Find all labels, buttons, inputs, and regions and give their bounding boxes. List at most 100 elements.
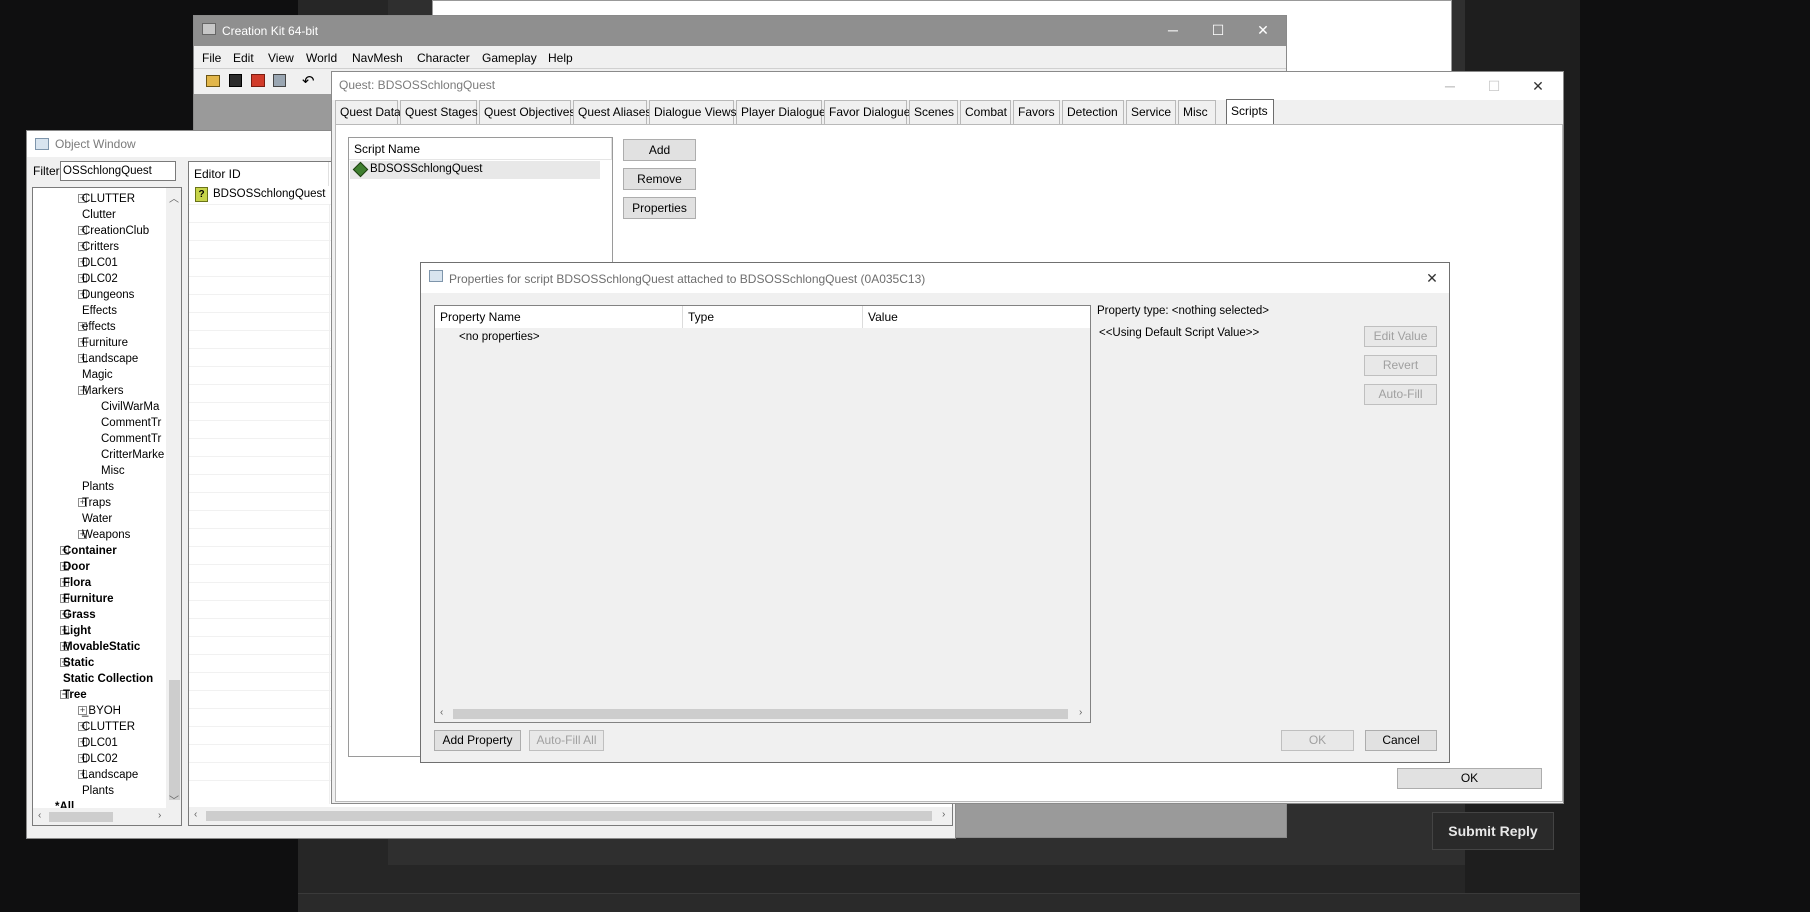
menu-help[interactable]: Help (548, 51, 573, 65)
property-hscrollbar[interactable]: ‹ › (435, 706, 1090, 722)
tab-player-dialogue[interactable]: Player Dialogue (736, 100, 826, 124)
menu-world[interactable]: World (306, 51, 337, 65)
tab-quest-stages[interactable]: Quest Stages (400, 100, 478, 124)
tree-item-label: Landscape (82, 353, 139, 365)
object-hscroll-thumb[interactable] (206, 811, 932, 821)
scroll-left-icon[interactable]: ‹ (38, 810, 41, 821)
object-window-title: Object Window (55, 137, 136, 151)
scroll-right-icon[interactable]: › (158, 810, 161, 821)
open-icon[interactable] (206, 75, 220, 87)
tab-misc[interactable]: Misc (1178, 100, 1216, 124)
properties-title: Properties for script BDSOSSchlongQuest … (449, 272, 926, 286)
tab-detection[interactable]: Detection (1062, 100, 1124, 124)
tab-combat[interactable]: Combat (960, 100, 1011, 124)
tab-quest-objectives[interactable]: Quest Objectives (479, 100, 575, 124)
quest-maximize-icon[interactable]: ☐ (1479, 76, 1509, 96)
property-name-header[interactable]: Property Name (435, 306, 683, 328)
tree-scroll-thumb[interactable] (169, 680, 180, 800)
object-hscrollbar[interactable]: ‹ › (189, 807, 952, 825)
tree-item-label: Plants (82, 785, 114, 797)
properties-dialog: Properties for script BDSOSSchlongQuest … (420, 262, 1450, 763)
preferences-icon[interactable] (273, 74, 286, 87)
tree-hscroll-thumb[interactable] (49, 812, 113, 822)
object-window-icon (35, 138, 49, 150)
tree-item-label: Water (82, 513, 113, 525)
property-table[interactable]: Property Name Type Value <no properties>… (434, 305, 1091, 723)
tree-item-label: DLC02 (82, 273, 118, 285)
editor-id-header[interactable]: Editor ID (189, 162, 329, 186)
tab-favors[interactable]: Favors (1013, 100, 1060, 124)
edit-value-button[interactable]: Edit Value (1364, 326, 1437, 347)
tab-quest-data[interactable]: Quest Data (335, 100, 401, 124)
save-icon[interactable] (229, 74, 242, 87)
quest-ok-button[interactable]: OK (1397, 768, 1542, 789)
submit-reply-button[interactable]: Submit Reply (1432, 812, 1554, 850)
object-scroll-right-icon[interactable]: › (942, 809, 945, 820)
object-scroll-left-icon[interactable]: ‹ (194, 809, 197, 820)
plugins-icon[interactable] (251, 74, 265, 87)
scroll-down-icon[interactable]: ﹀ (169, 792, 179, 807)
tab-dialogue-views[interactable]: Dialogue Views (649, 100, 737, 124)
undo-icon[interactable]: ↶ (302, 72, 315, 90)
auto-fill-button[interactable]: Auto-Fill (1364, 384, 1437, 405)
tree-item-label: MovableStatic (63, 641, 141, 653)
revert-button[interactable]: Revert (1364, 355, 1437, 376)
property-scroll-left-icon[interactable]: ‹ (440, 707, 443, 718)
quest-close-icon[interactable]: ✕ (1523, 76, 1553, 96)
ck-titlebar: Creation Kit 64-bit ─ ☐ ✕ (194, 16, 1286, 46)
menu-character[interactable]: Character (417, 51, 470, 65)
script-name-header[interactable]: Script Name (349, 138, 612, 160)
menu-gameplay[interactable]: Gameplay (482, 51, 537, 65)
remove-script-button[interactable]: Remove (623, 168, 696, 190)
script-properties-button[interactable]: Properties (623, 197, 696, 219)
menu-navmesh[interactable]: NavMesh (352, 51, 403, 65)
tab-scenes[interactable]: Scenes (909, 100, 958, 124)
property-hscroll-thumb[interactable] (453, 709, 1068, 719)
tree-item-label: Critters (82, 241, 120, 253)
scroll-up-icon[interactable]: ︿ (169, 190, 179, 205)
property-scroll-right-icon[interactable]: › (1079, 707, 1082, 718)
category-tree[interactable]: + CLUTTER Clutter + CreationClub + Critters + DL… (32, 187, 182, 826)
tree-item-label: CommentTr (101, 417, 162, 429)
tree-item-label: Landscape (82, 769, 139, 781)
tab-service[interactable]: Service (1126, 100, 1176, 124)
tree-body: + CLUTTER Clutter + CreationClub + Critters + DL… (33, 188, 168, 813)
menu-view[interactable]: View (268, 51, 294, 65)
tree-item-label: CLUTTER (82, 193, 136, 205)
quest-icon: ? (195, 187, 208, 202)
menu-file[interactable]: File (202, 51, 221, 65)
maximize-icon[interactable]: ☐ (1203, 20, 1233, 40)
properties-close-icon[interactable]: ✕ (1417, 268, 1447, 288)
quest-minimize-icon[interactable]: ─ (1435, 76, 1465, 96)
properties-ok-button[interactable]: OK (1281, 730, 1354, 751)
menu-edit[interactable]: Edit (233, 51, 254, 65)
tree-item-label: Traps (82, 497, 111, 509)
tree-item-label: Magic (82, 369, 113, 381)
tree-item-label: _BYOH (82, 705, 121, 717)
properties-cancel-button[interactable]: Cancel (1365, 730, 1437, 751)
close-icon[interactable]: ✕ (1248, 20, 1278, 40)
quest-tab-strip: Quest Data Quest Stages Quest Objectives… (335, 99, 1563, 125)
filter-input[interactable] (60, 161, 176, 181)
script-row[interactable]: BDSOSSchlongQuest (350, 161, 600, 179)
tree-hscrollbar[interactable]: ‹ › (33, 808, 181, 825)
tree-vscrollbar[interactable]: ︿ ﹀ (166, 188, 181, 808)
tree-item-label: Door (63, 561, 90, 573)
background-bottom-bar (298, 893, 1580, 912)
quest-title: Quest: BDSOSSchlongQuest (339, 78, 496, 92)
object-editor-id: BDSOSSchlongQuest (213, 188, 326, 200)
tab-scripts[interactable]: Scripts (1226, 99, 1274, 125)
ck-menubar: File Edit View World NavMesh Character G… (194, 46, 1286, 68)
tree-item-label: Static (63, 657, 95, 669)
minimize-icon[interactable]: ─ (1158, 20, 1188, 40)
tab-favor-dialogue[interactable]: Favor Dialogue (824, 100, 910, 124)
tab-quest-aliases[interactable]: Quest Aliases (573, 100, 651, 124)
add-script-button[interactable]: Add (623, 139, 696, 161)
type-header[interactable]: Type (683, 306, 863, 328)
value-header[interactable]: Value (863, 306, 1090, 328)
tree-item-label: Markers (82, 385, 124, 397)
tree-item-label: Weapons (82, 529, 131, 541)
add-property-button[interactable]: Add Property (434, 730, 521, 751)
script-icon (352, 161, 369, 178)
auto-fill-all-button[interactable]: Auto-Fill All (529, 730, 604, 751)
